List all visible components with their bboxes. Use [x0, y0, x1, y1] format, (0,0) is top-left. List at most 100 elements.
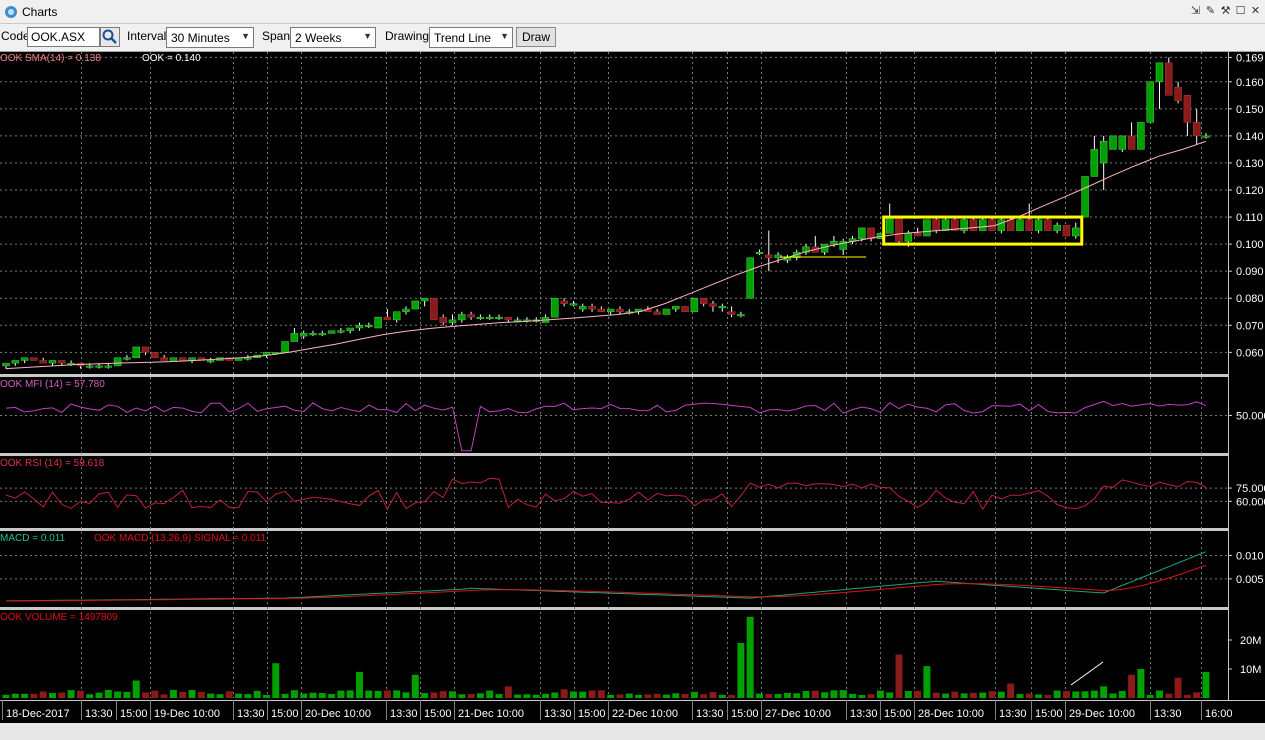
- volume-bar: [756, 693, 763, 698]
- x-tick-label: 16:00: [1205, 708, 1233, 720]
- candle-body: [113, 357, 122, 367]
- y-tick-label: 75.000: [1236, 483, 1265, 495]
- candle-body: [588, 306, 596, 310]
- y-tick-label: 0.150: [1236, 104, 1264, 116]
- volume-bar: [532, 694, 540, 698]
- y-tick-label: 0.090: [1236, 266, 1264, 278]
- settings-icon[interactable]: ✎: [1203, 4, 1218, 19]
- volume-bar: [1165, 693, 1173, 698]
- interval-select[interactable]: 30 Minutes ▼: [166, 27, 254, 48]
- volume-bar: [700, 694, 708, 698]
- candle-body: [151, 352, 159, 359]
- candle-body: [476, 316, 485, 319]
- candle-body: [1016, 219, 1024, 231]
- x-tick-label: 13:30: [850, 708, 878, 720]
- volume-bar: [746, 616, 754, 698]
- candle-body: [997, 219, 1006, 231]
- candle-body: [1053, 224, 1061, 231]
- volume-bar: [1193, 692, 1201, 698]
- draw-button[interactable]: Draw: [516, 27, 557, 47]
- volume-bar: [374, 690, 382, 698]
- span-select[interactable]: 2 Weeks ▼: [290, 27, 376, 48]
- candle-body: [1202, 135, 1210, 138]
- span-value: 2 Weeks: [295, 31, 342, 45]
- span-label: Span: [262, 29, 291, 43]
- volume-bar: [58, 692, 66, 698]
- volume-bar: [923, 666, 931, 698]
- candle-body: [141, 346, 150, 353]
- candle-body: [969, 219, 978, 231]
- candle-body: [392, 311, 401, 321]
- y-tick-label: 0.140: [1236, 131, 1264, 143]
- candle-body: [495, 316, 503, 319]
- volume-bar: [1128, 674, 1136, 698]
- candle-body: [485, 316, 494, 319]
- code-input[interactable]: OOK.ASX: [27, 27, 100, 47]
- volume-bar: [449, 691, 456, 698]
- chevron-down-icon: ▼: [241, 31, 250, 41]
- drawing-select[interactable]: Trend Line ▼: [429, 27, 513, 48]
- volume-bar: [1100, 686, 1108, 698]
- candle-body: [104, 365, 113, 368]
- x-tick-label: 15:00: [271, 708, 299, 720]
- candle-body: [30, 357, 38, 361]
- candle-body: [979, 219, 987, 231]
- candle-body: [169, 357, 178, 361]
- volume-bar: [523, 694, 531, 698]
- chart-svg[interactable]: 0.060 0.070 0.080 0.090 0.100 0.110 0.120 0.130…: [0, 52, 1265, 740]
- x-tick-label: 28-Dec 10:00: [918, 708, 984, 720]
- volume-bar: [86, 694, 94, 698]
- volume-bar: [579, 691, 587, 698]
- volume-bar: [104, 689, 112, 698]
- search-button[interactable]: [100, 27, 120, 47]
- chart-area[interactable]: 0.060 0.070 0.080 0.090 0.100 0.110 0.120 0.130…: [0, 52, 1265, 740]
- code-label: Code: [1, 29, 30, 43]
- volume-bar: [411, 674, 419, 698]
- candle-body: [579, 306, 587, 310]
- volume-bar: [635, 694, 643, 698]
- candle-body: [662, 308, 671, 315]
- volume-bar: [672, 693, 680, 698]
- search-icon: [102, 29, 117, 44]
- pin-icon[interactable]: ⇲: [1188, 4, 1203, 19]
- candle-body: [244, 357, 252, 360]
- x-tick-label: 22-Dec 10:00: [612, 708, 678, 720]
- y-tick-label: 20M: [1240, 635, 1261, 647]
- candle-body: [458, 314, 466, 321]
- trend-line: [1070, 661, 1104, 686]
- volume-bar: [383, 690, 391, 698]
- candle-body: [355, 325, 364, 329]
- x-tick-label: 29-Dec 10:00: [1069, 708, 1135, 720]
- y-tick-label: 0.005: [1236, 574, 1264, 586]
- candle-body: [830, 241, 838, 245]
- candle-body: [179, 357, 187, 361]
- volume-bar: [430, 692, 438, 698]
- volume-bar: [1081, 691, 1089, 698]
- candle-body: [932, 219, 940, 231]
- volume-bar: [904, 691, 912, 698]
- panel-divider: [0, 374, 1229, 377]
- mfi-line: [5, 400, 1207, 452]
- candle-body: [718, 306, 727, 309]
- tools-icon[interactable]: ⚒: [1218, 4, 1233, 19]
- volume-bar: [830, 690, 838, 698]
- volume-bar: [365, 690, 373, 698]
- volume-bar: [346, 690, 354, 698]
- volume-bar: [839, 690, 847, 698]
- candle-body: [318, 333, 327, 336]
- volume-bar: [551, 692, 559, 698]
- volume-bar: [1025, 693, 1033, 698]
- close-icon[interactable]: ✕: [1248, 4, 1263, 19]
- candle-body: [467, 314, 475, 318]
- candle-body: [309, 333, 317, 336]
- volume-bar: [281, 693, 289, 698]
- y-tick-label: 0.060: [1236, 347, 1264, 359]
- x-tick-label: 19-Dec 10:00: [154, 708, 220, 720]
- candle-body: [616, 308, 624, 313]
- signal-line: [6, 564, 1207, 602]
- maximize-icon[interactable]: ☐: [1233, 4, 1248, 19]
- x-tick-label: 15:00: [424, 708, 452, 720]
- volume-bar: [1146, 694, 1154, 698]
- volume-bar: [942, 693, 950, 698]
- volume-bar: [1118, 690, 1126, 698]
